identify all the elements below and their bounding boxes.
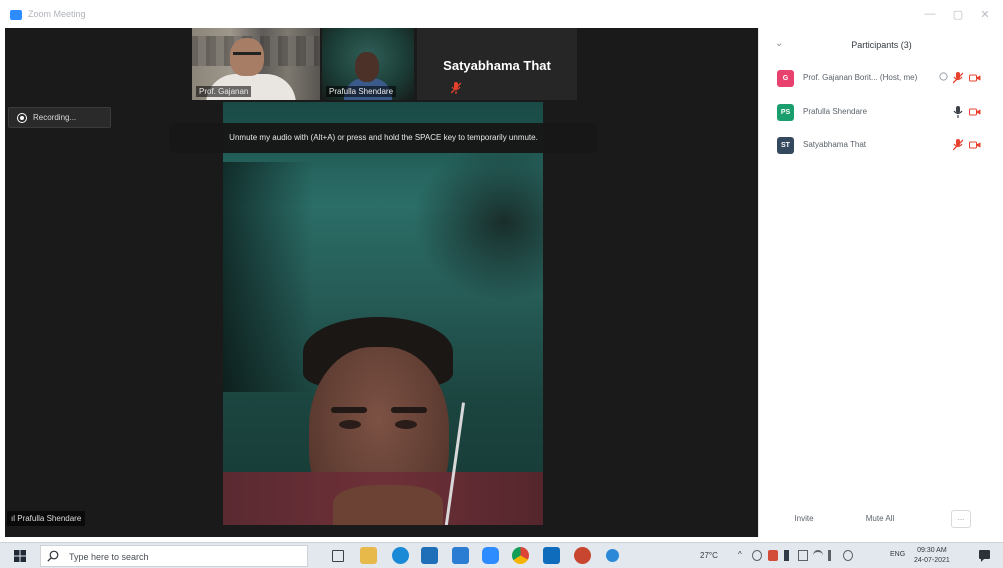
recording-indicator[interactable]: Recording... [8, 107, 111, 128]
windows-taskbar: Type here to search 27°C ^ ENG 09:30 AM … [0, 542, 1003, 568]
speaker-eye [395, 420, 417, 429]
taskbar-search-box[interactable]: Type here to search [40, 545, 308, 567]
help-icon[interactable] [606, 549, 619, 562]
video-tile-prof-gajanan[interactable]: Prof. Gajanan [192, 28, 320, 100]
outlook-icon[interactable] [543, 547, 560, 564]
tile-name-label: Prafulla Shendare [326, 86, 397, 97]
active-speaker-name: ıl Prafulla Shendare [7, 511, 86, 526]
unmute-tooltip: Unmute my audio with (Alt+A) or press an… [169, 123, 598, 153]
maximize-button[interactable]: ▢ [951, 8, 965, 21]
minimize-button[interactable]: — [923, 8, 937, 20]
edge-icon[interactable] [392, 547, 409, 564]
participant-row[interactable]: PS Prafulla Shendare [773, 102, 1001, 122]
wifi-icon[interactable] [813, 550, 823, 561]
participant-head [230, 38, 264, 76]
tile-name-label: Prof. Gajanan [196, 86, 252, 97]
muted-mic-icon [451, 82, 461, 94]
meeting-area: Prof. Gajanan Prafulla Shendare Satyabha… [5, 28, 758, 537]
tile-name-large: Satyabhama That [443, 58, 551, 73]
mic-icon[interactable] [953, 106, 963, 118]
antivirus-icon[interactable] [768, 550, 778, 561]
speaker-eyebrow [391, 407, 427, 413]
speaker-hands [333, 485, 443, 525]
window-title: Zoom Meeting [28, 9, 86, 19]
glasses [233, 52, 261, 57]
video-tile-prafulla[interactable]: Prafulla Shendare [322, 28, 414, 100]
chevron-up-icon[interactable]: ^ [738, 550, 748, 561]
record-icon [18, 114, 26, 122]
clock[interactable]: 09:30 AM 24-07-2021 [914, 546, 950, 566]
participant-row[interactable]: G Prof. Gajanan Borit... (Host, me) [773, 68, 1001, 88]
video-off-icon[interactable] [969, 139, 981, 151]
office-icon[interactable] [452, 547, 469, 564]
title-bar: Zoom Meeting — ▢ ✕ [0, 0, 1003, 28]
powerpoint-icon[interactable] [574, 547, 591, 564]
clock-date: 24-07-2021 [914, 557, 950, 564]
speaker-icon[interactable] [828, 550, 838, 561]
video-off-icon[interactable] [969, 72, 981, 84]
active-speaker-video [223, 102, 543, 525]
mute-all-button[interactable]: Mute All [851, 509, 909, 529]
search-icon [47, 550, 59, 562]
battery-icon[interactable] [798, 550, 808, 561]
zoom-taskbar-icon[interactable] [482, 547, 499, 564]
avatar: PS [777, 104, 794, 121]
task-view-icon[interactable] [332, 550, 344, 562]
participants-panel: ⌄ Participants (3) G Prof. Gajanan Borit… [758, 28, 1003, 537]
panel-title: Participants (3) [851, 40, 912, 50]
participant-name: Satyabhama That [803, 140, 867, 149]
notification-icon[interactable] [978, 549, 991, 562]
search-placeholder: Type here to search [69, 552, 149, 562]
participant-head [355, 52, 379, 82]
video-shadow [413, 142, 543, 302]
participant-name: Prafulla Shendare [803, 107, 868, 116]
participant-row[interactable]: ST Satyabhama That [773, 135, 1001, 155]
close-button[interactable]: ✕ [978, 8, 992, 21]
video-shadow [223, 162, 313, 392]
store-icon[interactable] [421, 547, 438, 564]
more-info-icon[interactable] [939, 72, 948, 81]
cloud-icon[interactable] [843, 550, 853, 561]
clock-time: 09:30 AM [917, 547, 947, 554]
file-explorer-icon[interactable] [360, 547, 377, 564]
video-off-icon[interactable] [969, 106, 981, 118]
speaker-eye [339, 420, 361, 429]
invite-button[interactable]: Invite [779, 509, 829, 529]
chrome-icon[interactable] [512, 547, 529, 564]
active-speaker-label: Prafulla Shendare [17, 514, 82, 523]
muted-mic-icon[interactable] [953, 139, 963, 151]
input-language[interactable]: ENG [890, 551, 905, 558]
zoom-icon [10, 10, 22, 20]
windows-start-icon[interactable] [14, 550, 26, 562]
avatar: G [777, 70, 794, 87]
usb-icon[interactable] [784, 550, 789, 561]
video-tile-satyabhama[interactable]: Satyabhama That [417, 28, 577, 100]
participant-name: Prof. Gajanan Borit... (Host, me) [803, 73, 918, 82]
sync-icon[interactable] [752, 550, 762, 561]
more-options-button[interactable]: ... [951, 510, 971, 528]
muted-mic-icon[interactable] [953, 72, 963, 84]
weather-widget[interactable]: 27°C [700, 551, 718, 560]
speaker-eyebrow [331, 407, 367, 413]
avatar: ST [777, 137, 794, 154]
recording-label: Recording... [33, 113, 77, 122]
